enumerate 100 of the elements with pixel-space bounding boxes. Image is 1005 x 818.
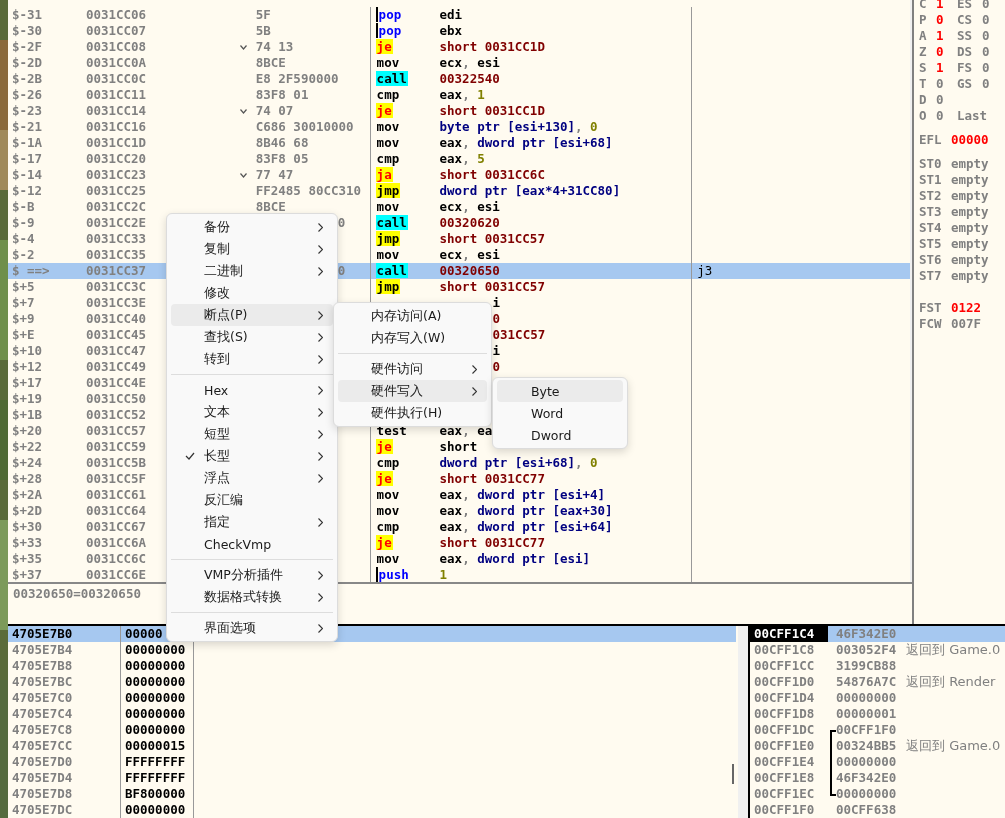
register-value[interactable]: 007F: [951, 316, 982, 332]
chevron-right-icon: [318, 518, 323, 527]
menu-item[interactable]: 复制: [171, 238, 333, 260]
flag-name: A: [919, 28, 928, 44]
menu-item[interactable]: 数据格式转换: [171, 586, 333, 608]
register-value[interactable]: empty: [951, 204, 989, 220]
menu-item[interactable]: Byte: [497, 380, 623, 402]
register-name: ST7: [919, 268, 943, 284]
instruction-bytes: 5F: [255, 7, 271, 22]
mnemonic: je: [375, 103, 393, 118]
checkmark-icon: [184, 452, 195, 460]
operand: 0: [492, 359, 501, 374]
address-offset: $+17: [12, 375, 43, 390]
stack-value: 003052F4: [836, 642, 898, 658]
menu-item[interactable]: 备份: [171, 216, 333, 238]
menu-item[interactable]: Dword: [497, 424, 623, 446]
hex-value: 00000000: [125, 642, 186, 657]
mnemonic: mov: [375, 199, 401, 214]
register-value[interactable]: 0122: [951, 300, 982, 316]
register-name: SS: [957, 28, 974, 44]
register-value[interactable]: 0: [982, 12, 998, 28]
mnemonic: mov: [375, 119, 401, 134]
operand: eax, 5: [439, 151, 485, 166]
mnemonic: mov: [375, 551, 401, 566]
register-value[interactable]: 00000: [951, 132, 989, 148]
register-value[interactable]: empty: [951, 268, 989, 284]
hex-value: 00000000: [125, 658, 186, 673]
register-value[interactable]: 0: [982, 60, 998, 76]
scrollbar-thumb[interactable]: [732, 764, 734, 784]
menu-item[interactable]: 硬件执行(H): [338, 402, 487, 424]
menu-item[interactable]: 内存写入(W): [338, 327, 487, 349]
menu-item[interactable]: 断点(P): [171, 304, 333, 326]
menu-item[interactable]: 指定: [171, 511, 333, 533]
menu-item[interactable]: 硬件访问: [338, 358, 487, 380]
flag-value[interactable]: 1: [936, 60, 952, 76]
menu-item[interactable]: 硬件写入: [338, 380, 487, 402]
menu-item[interactable]: CheckVmp: [171, 533, 333, 555]
flag-name: D: [919, 92, 928, 108]
hex-value: FFFFFFFF: [125, 754, 186, 769]
menu-item[interactable]: Word: [497, 402, 623, 424]
operand: short 0031CC57: [439, 279, 545, 294]
stack-value: 00000000: [836, 786, 898, 802]
address: 0031CC06: [85, 7, 147, 22]
stack-value: 54876A7C: [836, 674, 898, 690]
flag-value[interactable]: 0: [936, 92, 952, 108]
menu-item[interactable]: 文本: [171, 401, 333, 423]
address: 0031CC16: [85, 119, 147, 134]
address: 0031CC5F: [85, 471, 147, 486]
menu-item[interactable]: 反汇编: [171, 489, 333, 511]
address: 0031CC5B: [85, 455, 147, 470]
menu-item[interactable]: 浮点: [171, 467, 333, 489]
register-value[interactable]: empty: [951, 236, 989, 252]
flag-value[interactable]: 0: [936, 44, 952, 60]
address: 00CFF1CC: [753, 658, 816, 674]
chevron-right-icon: [318, 355, 323, 364]
register-value[interactable]: 0: [982, 28, 998, 44]
address: 4705E7B4: [12, 642, 73, 657]
menu-item[interactable]: 修改: [171, 282, 333, 304]
menu-item[interactable]: VMP分析插件: [171, 564, 333, 586]
register-value[interactable]: empty: [951, 220, 989, 236]
flag-value[interactable]: 0: [936, 108, 952, 124]
stack-value: 46F342E0: [836, 626, 898, 642]
chevron-down-icon: [239, 172, 247, 178]
chevron-right-icon: [318, 333, 323, 342]
address-offset: $ ==>: [12, 263, 50, 278]
chevron-right-icon: [318, 267, 323, 276]
register-value[interactable]: empty: [951, 156, 989, 172]
operand: 00320650: [439, 263, 500, 278]
menu-item[interactable]: 查找(S): [171, 326, 333, 348]
menu-item[interactable]: 长型: [171, 445, 333, 467]
register-name: CS: [957, 12, 974, 28]
register-value[interactable]: 0: [982, 44, 998, 60]
register-value[interactable]: empty: [951, 172, 989, 188]
register-name: ST0: [919, 156, 943, 172]
menu-item[interactable]: 二进制: [171, 260, 333, 282]
menu-item[interactable]: Hex: [171, 379, 333, 401]
menu-item[interactable]: 短型: [171, 423, 333, 445]
address-offset: $+35: [12, 551, 43, 566]
hex-value: 00000015: [125, 738, 186, 753]
register-name: GS: [957, 76, 974, 92]
operand: short 0031CC77: [439, 535, 545, 550]
flag-value[interactable]: 0: [936, 76, 952, 92]
flag-name: S: [919, 60, 928, 76]
register-value[interactable]: empty: [951, 252, 989, 268]
menu-item[interactable]: 转到: [171, 348, 333, 370]
selected-row[interactable]: 00CFF1C4 46F342E0: [750, 626, 1005, 642]
register-value[interactable]: 0: [982, 76, 998, 92]
address: 0031CC33: [85, 231, 147, 246]
operand: eax, dword ptr [esi+4]: [439, 487, 606, 502]
menu-item[interactable]: 内存访问(A): [338, 305, 487, 327]
operand: 00322540: [439, 71, 500, 86]
instruction-bytes: E8 2F590000: [255, 71, 339, 86]
flag-value[interactable]: 1: [936, 28, 952, 44]
comment: j3: [697, 263, 713, 278]
address: 0031CC57: [85, 423, 147, 438]
register-value[interactable]: empty: [951, 188, 989, 204]
address: 0031CC49: [85, 359, 147, 374]
flag-value[interactable]: 0: [936, 12, 952, 28]
hex-value: BF800000: [125, 786, 186, 801]
stack-value: 46F342E0: [836, 770, 898, 786]
